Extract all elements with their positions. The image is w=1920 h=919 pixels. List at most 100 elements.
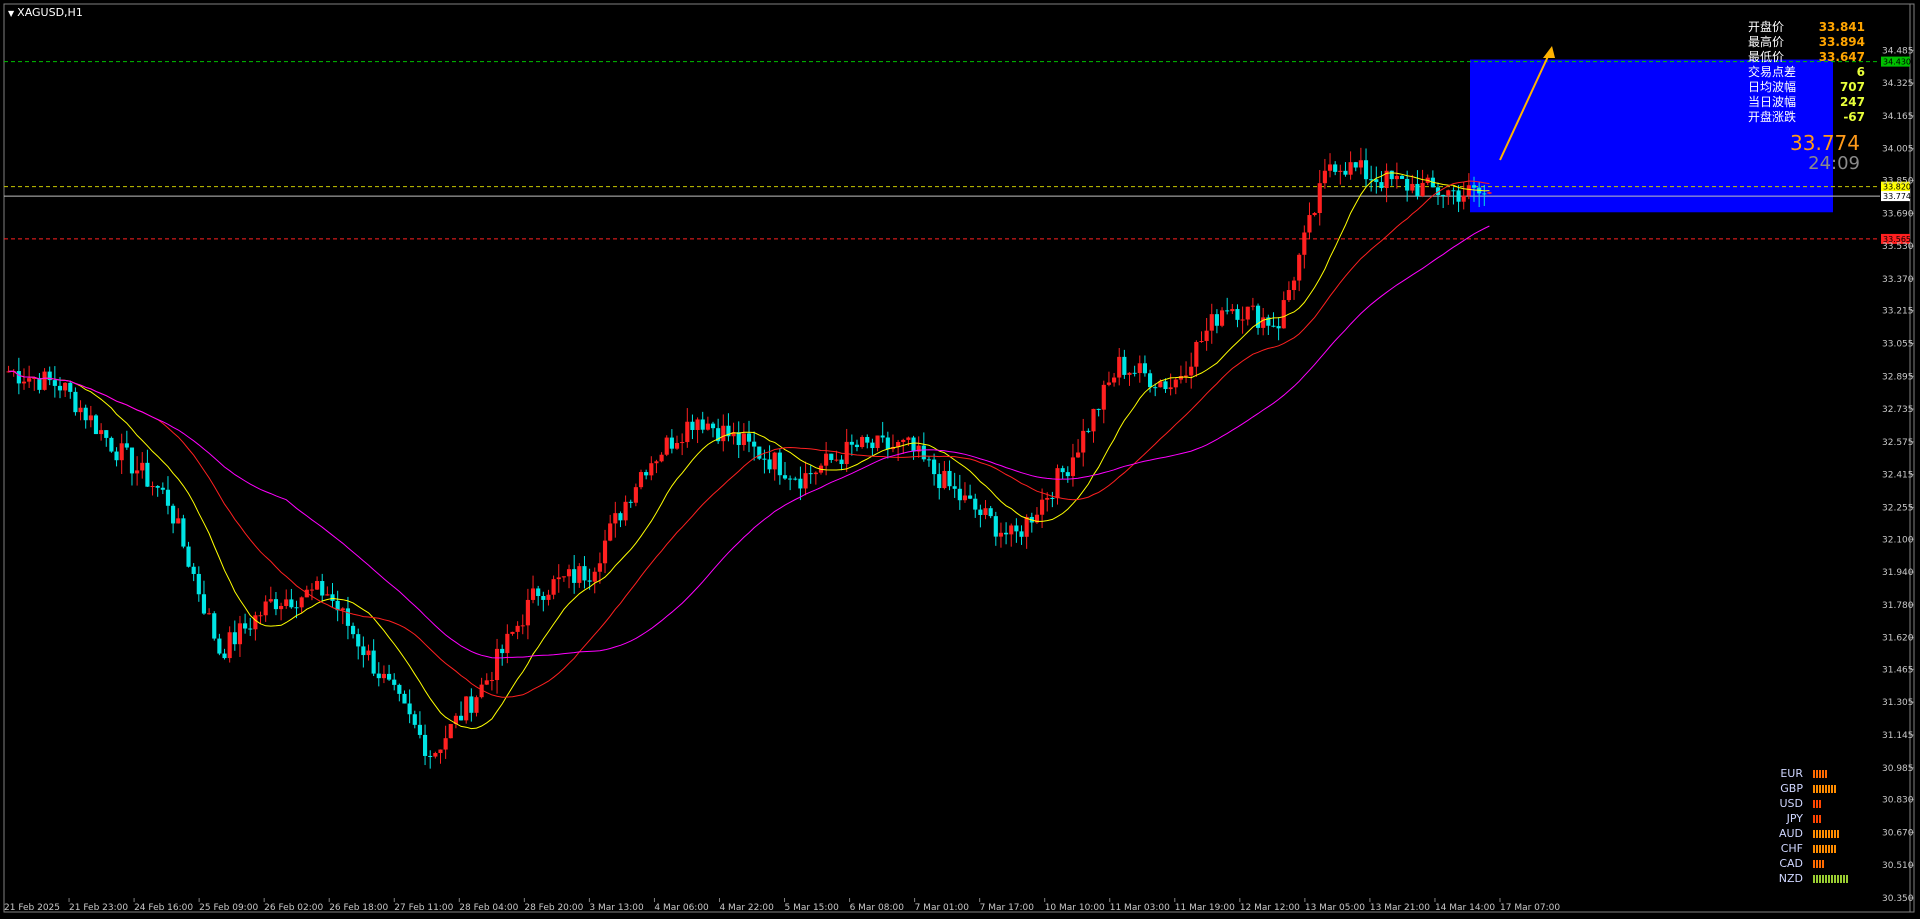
candle-body bbox=[1230, 309, 1235, 312]
candle-body bbox=[1019, 531, 1024, 537]
candle-body bbox=[222, 653, 227, 659]
y-tick-label-5: 33.690 bbox=[1882, 209, 1914, 219]
candle-body bbox=[474, 697, 479, 713]
strength-bar bbox=[1816, 844, 1818, 853]
y-tick-label-18: 31.620 bbox=[1882, 634, 1914, 644]
x-tick-label-5: 26 Feb 18:00 bbox=[329, 903, 388, 913]
info-row: 开盘价 33.841 bbox=[1740, 20, 1865, 35]
candle-body bbox=[813, 472, 818, 475]
strength-bar bbox=[1822, 829, 1824, 838]
candle-body bbox=[196, 573, 201, 595]
candle-body bbox=[330, 594, 335, 601]
candle-body bbox=[1147, 373, 1153, 388]
candle-body bbox=[129, 447, 135, 474]
currency-row: USD bbox=[1765, 796, 1848, 811]
candle-body bbox=[376, 673, 381, 679]
candle-body bbox=[1471, 185, 1477, 188]
candle-body bbox=[320, 581, 325, 596]
strength-bar bbox=[1813, 784, 1815, 793]
candle-body bbox=[1312, 213, 1317, 216]
strength-bar bbox=[1813, 859, 1815, 868]
price-chart[interactable]: 34.43033.82033.77433.56534.48534.32534.1… bbox=[0, 0, 1920, 919]
strength-bar bbox=[1834, 829, 1836, 838]
candle-body bbox=[1004, 532, 1009, 535]
candle-body bbox=[1009, 525, 1014, 535]
candle-body bbox=[1106, 382, 1112, 385]
candle-body bbox=[386, 673, 392, 680]
y-tick-label-1: 34.325 bbox=[1882, 79, 1914, 89]
candle-body bbox=[1487, 192, 1492, 194]
y-tick-label-10: 32.895 bbox=[1882, 372, 1914, 382]
candle-body bbox=[464, 696, 469, 721]
y-tick-label-11: 32.735 bbox=[1882, 405, 1914, 415]
candle-body bbox=[309, 589, 315, 591]
candle-body bbox=[520, 625, 525, 627]
strength-bar bbox=[1813, 874, 1815, 883]
strength-bar bbox=[1825, 874, 1827, 883]
candle-body bbox=[829, 453, 834, 460]
candle-body bbox=[695, 419, 700, 430]
candle-body bbox=[63, 382, 68, 391]
x-tick-label-19: 12 Mar 12:00 bbox=[1240, 903, 1300, 913]
y-tick-label-24: 30.670 bbox=[1882, 828, 1914, 838]
candle-body bbox=[1394, 175, 1399, 180]
info-row: 日均波幅 707 bbox=[1740, 80, 1865, 95]
candle-body bbox=[865, 437, 870, 443]
strength-bar bbox=[1813, 814, 1815, 823]
candle-body bbox=[1379, 182, 1384, 189]
strength-bar bbox=[1819, 784, 1821, 793]
candle-body bbox=[911, 437, 916, 452]
x-tick-label-21: 13 Mar 21:00 bbox=[1370, 903, 1430, 913]
candle-body bbox=[150, 486, 155, 488]
candle-body bbox=[263, 601, 268, 616]
currency-name: GBP bbox=[1780, 782, 1803, 795]
candle-body bbox=[993, 516, 998, 537]
candle-body bbox=[392, 679, 397, 685]
candle-body bbox=[1245, 306, 1250, 320]
symbol-title: ▼ XAGUSD,H1 bbox=[8, 6, 83, 19]
candle-body bbox=[803, 473, 808, 489]
candle-body bbox=[983, 508, 988, 516]
candle-body bbox=[402, 693, 407, 704]
x-tick-label-12: 5 Mar 15:00 bbox=[785, 903, 840, 913]
strength-bar bbox=[1819, 874, 1821, 883]
x-tick-label-2: 24 Feb 16:00 bbox=[134, 903, 193, 913]
candle-body bbox=[1204, 330, 1209, 342]
bar-countdown-display: 24:09 bbox=[1808, 153, 1860, 174]
candle-body bbox=[1235, 309, 1240, 320]
candle-body bbox=[1399, 175, 1405, 179]
strength-bar bbox=[1819, 844, 1821, 853]
candle-body bbox=[160, 487, 165, 490]
candle-body bbox=[824, 453, 829, 466]
candle-body bbox=[870, 442, 875, 449]
candle-body bbox=[119, 443, 124, 461]
candle-body bbox=[849, 441, 854, 445]
candle-body bbox=[1482, 193, 1487, 195]
candle-body bbox=[638, 472, 644, 488]
candle-body bbox=[1446, 190, 1451, 196]
x-tick-label-13: 6 Mar 08:00 bbox=[850, 903, 905, 913]
strength-bar bbox=[1822, 769, 1824, 778]
currency-row: JPY bbox=[1765, 811, 1848, 826]
y-tick-label-6: 33.530 bbox=[1882, 242, 1914, 252]
target-arrow-head bbox=[1543, 46, 1555, 58]
dropdown-triangle-icon[interactable]: ▼ bbox=[8, 9, 14, 18]
candle-body bbox=[1194, 341, 1199, 367]
candle-body bbox=[1291, 280, 1297, 291]
candle-body bbox=[1209, 314, 1214, 331]
candle-body bbox=[875, 435, 880, 449]
candle-body bbox=[1281, 300, 1286, 329]
candle-body bbox=[1117, 356, 1122, 378]
info-value: -67 bbox=[1843, 110, 1865, 124]
strength-bar bbox=[1825, 769, 1827, 778]
currency-row: GBP bbox=[1765, 781, 1848, 796]
candle-body bbox=[566, 569, 572, 577]
chart-area[interactable]: 34.430 33.820 33.774 33.565 34.485 34.325 34.1… bbox=[0, 0, 1920, 919]
candle-body bbox=[926, 459, 932, 461]
y-tick-label-9: 33.055 bbox=[1882, 339, 1914, 349]
candle-body bbox=[1286, 290, 1291, 301]
candle-body bbox=[135, 470, 140, 474]
candle-body bbox=[489, 680, 494, 682]
candle-body bbox=[340, 608, 345, 611]
candle-body bbox=[582, 566, 587, 581]
